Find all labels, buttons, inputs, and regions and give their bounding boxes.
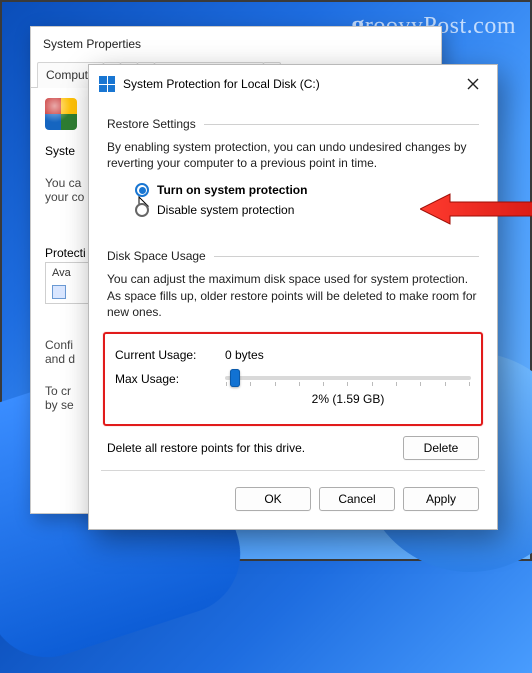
disk-usage-group: Disk Space Usage bbox=[107, 249, 206, 263]
dialog-title: System Protection for Local Disk (C:) bbox=[123, 77, 320, 91]
cancel-button[interactable]: Cancel bbox=[319, 487, 395, 511]
current-usage-label: Current Usage: bbox=[115, 348, 207, 362]
delete-description: Delete all restore points for this drive… bbox=[107, 441, 393, 455]
max-usage-slider[interactable] bbox=[225, 376, 471, 380]
radio-turn-on-label: Turn on system protection bbox=[157, 183, 307, 197]
windows-icon bbox=[99, 76, 115, 92]
radio-disable[interactable] bbox=[135, 203, 149, 217]
disk-usage-description: You can adjust the maximum disk space us… bbox=[107, 271, 479, 320]
close-button[interactable] bbox=[459, 73, 487, 95]
delete-button[interactable]: Delete bbox=[403, 436, 479, 460]
apply-button[interactable]: Apply bbox=[403, 487, 479, 511]
radio-turn-on[interactable] bbox=[135, 183, 149, 197]
radio-disable-label: Disable system protection bbox=[157, 203, 294, 217]
drive-list[interactable]: Ava bbox=[45, 262, 91, 304]
restore-settings-group: Restore Settings bbox=[107, 117, 196, 131]
list-header: Ava bbox=[52, 267, 84, 279]
annotation-arrow bbox=[420, 191, 532, 227]
drive-icon bbox=[52, 285, 66, 299]
current-usage-value: 0 bytes bbox=[225, 348, 264, 362]
shield-icon bbox=[45, 98, 77, 130]
max-usage-label: Max Usage: bbox=[115, 368, 207, 386]
ok-button[interactable]: OK bbox=[235, 487, 311, 511]
slider-thumb[interactable] bbox=[230, 369, 240, 387]
highlight-annotation: Current Usage: 0 bytes Max Usage: 2% (1.… bbox=[103, 332, 483, 426]
system-protection-dialog: System Protection for Local Disk (C:) Re… bbox=[88, 64, 498, 530]
window-title: System Properties bbox=[31, 27, 441, 61]
restore-description: By enabling system protection, you can u… bbox=[107, 139, 479, 171]
slider-value-label: 2% (1.59 GB) bbox=[225, 392, 471, 406]
